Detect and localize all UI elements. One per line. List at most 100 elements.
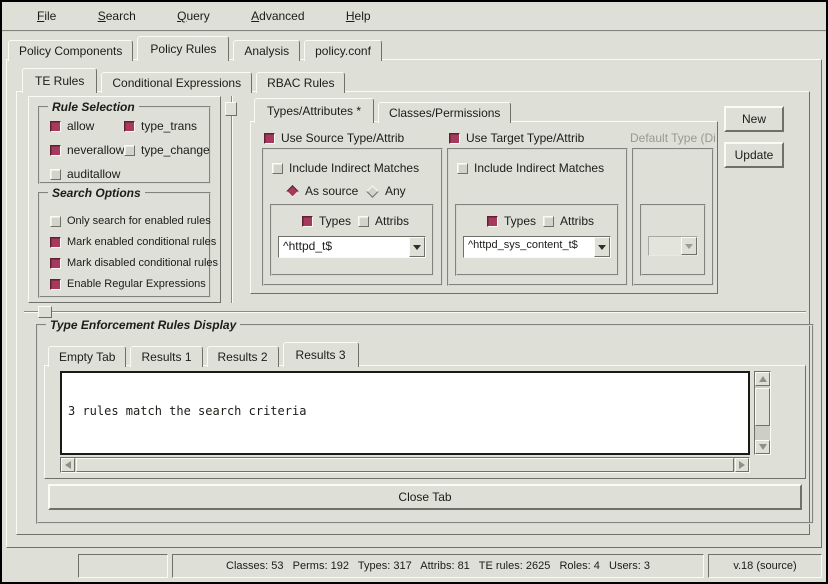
vertical-sash[interactable] [231,96,233,303]
checkbox-indicator [50,279,61,290]
checkbox-label: Mark enabled conditional rules [67,236,216,248]
horizontal-sash-handle[interactable] [38,306,52,318]
menu-help[interactable]: Help [346,2,371,28]
menu-advanced[interactable]: Advanced [251,2,304,28]
checkbox-indicator [50,258,61,269]
checkbox-mark-disabled[interactable]: Mark disabled conditional rules [50,257,218,269]
scroll-up-icon [759,376,767,382]
checkbox-label: Only search for enabled rules [67,215,211,227]
checkbox-allow[interactable]: allow [50,119,94,133]
tab-te-rules[interactable]: TE Rules [22,68,97,93]
status-stats-field: Classes: 53 Perms: 192 Types: 317 Attrib… [172,554,704,578]
update-button[interactable]: Update [724,142,784,168]
horizontal-scroll-thumb[interactable] [76,458,734,472]
tab-results-2[interactable]: Results 2 [207,346,279,367]
tab-policy-components[interactable]: Policy Components [8,40,133,61]
checkbox-target-indirect[interactable]: Include Indirect Matches [457,161,604,175]
checkbox-enable-regex[interactable]: Enable Regular Expressions [50,278,206,290]
scroll-trough[interactable] [755,428,770,440]
checkbox-indicator [50,216,61,227]
checkbox-label: Enable Regular Expressions [67,278,206,290]
radio-label: Any [385,184,406,198]
menu-bar: File Search Query Advanced Help [2,2,826,32]
checkbox-label: Include Indirect Matches [474,161,604,175]
checkbox-source-attribs[interactable]: Attribs [358,214,409,228]
checkbox-type-trans[interactable]: type_trans [124,119,197,133]
scroll-right-button[interactable] [735,458,749,472]
radio-label: As source [305,184,358,198]
radio-indicator [286,185,299,198]
target-type-value: ^httpd_sys_content_t$ [464,237,594,257]
dropdown-button[interactable] [409,237,425,257]
checkbox-source-indirect[interactable]: Include Indirect Matches [272,161,419,175]
dropdown-button [681,237,697,255]
dropdown-button[interactable] [594,237,610,257]
checkbox-label: auditallow [67,167,120,181]
vertical-scroll-thumb[interactable] [755,388,770,426]
radio-any[interactable]: Any [366,184,406,198]
dropdown-arrow-icon [413,245,421,250]
tab-types-attributes[interactable]: Types/Attributes * [254,98,374,123]
scroll-down-icon [759,444,767,450]
tab-results-1[interactable]: Results 1 [130,346,202,367]
tab-policy-conf[interactable]: policy.conf [304,40,382,61]
tab-conditional-expressions[interactable]: Conditional Expressions [101,72,252,93]
checkbox-use-source[interactable]: Use Source Type/Attrib [264,131,404,145]
scroll-down-button[interactable] [755,440,770,454]
horizontal-sash[interactable] [24,311,806,313]
checkbox-label: type_change [141,143,210,157]
results-vertical-scrollbar[interactable] [754,371,771,455]
tab-analysis[interactable]: Analysis [233,40,300,61]
checkbox-label: Types [504,214,536,228]
checkbox-target-types[interactable]: Types [487,214,536,228]
checkbox-label: allow [67,119,94,133]
source-type-combobox[interactable]: ^httpd_t$ [278,236,426,258]
scroll-up-button[interactable] [755,372,770,386]
checkbox-indicator [50,237,61,248]
search-options-legend: Search Options [48,186,145,200]
target-type-combobox[interactable]: ^httpd_sys_content_t$ [463,236,611,258]
checkbox-neverallow[interactable]: neverallow [50,143,124,157]
checkbox-auditallow[interactable]: auditallow [50,167,120,181]
close-tab-button[interactable]: Close Tab [48,484,802,510]
checkbox-indicator [50,121,61,132]
tab-empty-tab[interactable]: Empty Tab [48,346,126,367]
checkbox-source-types[interactable]: Types [302,214,351,228]
main-tabbar: Policy Components Policy Rules Analysis … [8,36,386,61]
new-button[interactable]: New [724,106,784,132]
default-type-combobox [648,236,698,256]
checkbox-label: Types [319,214,351,228]
checkbox-indicator [302,216,313,227]
tab-classes-permissions[interactable]: Classes/Permissions [378,102,511,123]
menu-query[interactable]: Query [177,2,210,28]
checkbox-only-enabled[interactable]: Only search for enabled rules [50,215,211,227]
tab-results-3[interactable]: Results 3 [283,342,359,367]
scroll-left-icon [65,461,71,469]
checkbox-target-attribs[interactable]: Attribs [543,214,594,228]
dropdown-arrow-icon [598,245,606,250]
results-horizontal-scrollbar[interactable] [60,457,750,473]
vertical-sash-handle[interactable] [225,102,237,116]
tab-policy-rules[interactable]: Policy Rules [137,36,229,61]
checkbox-type-change[interactable]: type_change [124,143,210,157]
scroll-left-button[interactable] [61,458,75,472]
rule-selection-legend: Rule Selection [48,100,139,114]
checkbox-label: neverallow [67,143,124,157]
checkbox-mark-enabled[interactable]: Mark enabled conditional rules [50,236,216,248]
checkbox-use-target[interactable]: Use Target Type/Attrib [449,131,584,145]
checkbox-indicator [124,145,135,156]
results-text-area[interactable]: 3 rules match the search criteria (5822)… [60,371,750,455]
tab-rbac-rules[interactable]: RBAC Rules [256,72,345,93]
radio-as-source[interactable]: As source [286,184,358,198]
results-tabbar: Empty Tab Results 1 Results 2 Results 3 [48,342,363,367]
menu-search[interactable]: Search [98,2,136,28]
menu-file[interactable]: File [37,2,56,28]
checkbox-label: type_trans [141,119,197,133]
dropdown-arrow-icon [685,244,693,249]
ta-tabbar: Types/Attributes * Classes/Permissions [254,98,515,123]
radio-indicator [366,185,379,198]
checkbox-indicator [358,216,369,227]
status-version-field: v.18 (source) [708,554,822,578]
checkbox-indicator [457,163,468,174]
checkbox-indicator [50,145,61,156]
